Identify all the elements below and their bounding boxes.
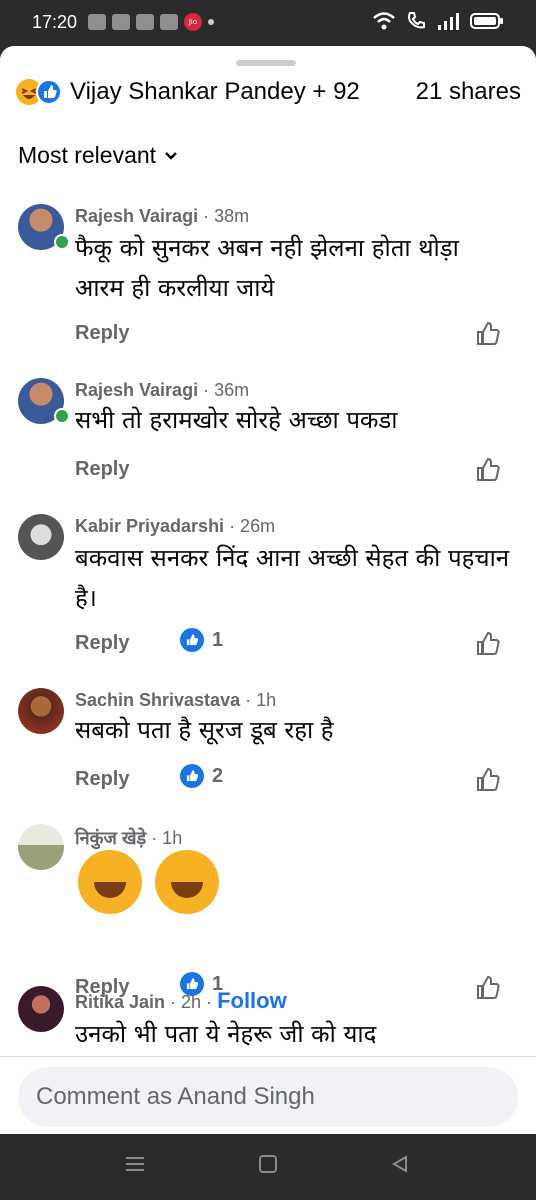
system-navigation-bar [0, 1134, 536, 1200]
reaction-count: 1 [212, 628, 224, 651]
comment-text: सभी तो हरामखोर सोरहे अच्छा पकडा [75, 406, 398, 434]
like-icon[interactable] [474, 974, 502, 1002]
home-icon[interactable] [258, 1154, 278, 1174]
avatar[interactable] [18, 824, 64, 870]
battery-icon [470, 13, 503, 29]
comment-reactions[interactable]: 2 [180, 764, 223, 788]
like-icon[interactable] [474, 320, 502, 348]
sort-label: Most relevant [18, 142, 157, 168]
avatar[interactable] [18, 688, 64, 734]
comment-author[interactable]: निकुंज खेड़े · 1h [75, 826, 182, 850]
signal-icon [438, 13, 459, 30]
system-icons [372, 11, 504, 31]
more-notifications-icon [208, 19, 214, 25]
comment-text: फैकू को सुनकर अबन नही झेलना होता थोड़ा आ… [75, 234, 459, 302]
status-time: 17:20 [32, 12, 78, 32]
reactors-label[interactable]: Vijay Shankar Pandey + 92 [70, 78, 360, 106]
reactions-summary[interactable]: Vijay Shankar Pandey + 92 21 shares [16, 76, 521, 108]
menu-icon[interactable] [124, 1154, 146, 1174]
comment-author[interactable]: Rajesh Vairagi · 36m [75, 380, 249, 401]
like-icon[interactable] [474, 766, 502, 794]
comment-author[interactable]: Ritika Jain · 2h · Follow [75, 988, 287, 1014]
wifi-icon [373, 12, 395, 30]
online-status-icon [54, 408, 70, 424]
status-bar: 17:20 Jio [0, 0, 536, 46]
like-reaction-icon [36, 79, 62, 105]
comment-text: उनको भी पता ये नेहरू जी को याद [75, 1020, 377, 1048]
avatar[interactable] [18, 986, 64, 1032]
back-icon[interactable] [390, 1154, 410, 1174]
like-icon[interactable] [474, 456, 502, 484]
comment-author[interactable]: Sachin Shrivastava · 1h [75, 690, 276, 711]
notification-icon [88, 14, 106, 30]
comment-reactions[interactable]: 1 [180, 628, 223, 652]
notification-icon [160, 14, 178, 30]
drag-handle[interactable] [236, 60, 296, 66]
like-reaction-icon [180, 628, 204, 652]
reaction-count: 2 [212, 764, 224, 787]
call-icon [408, 12, 425, 29]
reply-button[interactable]: Reply [75, 632, 129, 655]
chevron-down-icon [165, 151, 177, 160]
sort-dropdown[interactable]: Most relevant [18, 142, 178, 169]
reply-button[interactable]: Reply [75, 458, 129, 481]
jio-icon: Jio [184, 13, 202, 31]
comment-composer [0, 1056, 536, 1134]
online-status-icon [54, 234, 70, 250]
reply-button[interactable]: Reply [75, 322, 129, 345]
comment-input[interactable] [18, 1067, 518, 1127]
comment-text: बकवास सनकर निंद आना अच्छी सेहत की पहचान … [75, 544, 510, 612]
rofl-emoji-icon [78, 850, 142, 914]
notification-icon [112, 14, 130, 30]
follow-button[interactable]: Follow [217, 988, 287, 1013]
comments-sheet: Vijay Shankar Pandey + 92 21 shares Most… [0, 46, 536, 1134]
comment-emoji [78, 850, 227, 914]
notification-icon [136, 14, 154, 30]
avatar[interactable] [18, 514, 64, 560]
comment-author[interactable]: Kabir Priyadarshi · 26m [75, 516, 275, 537]
comment-text: सबको पता है सूरज डूब रहा है [75, 716, 334, 744]
like-reaction-icon [180, 764, 204, 788]
rofl-emoji-icon [155, 850, 220, 914]
notification-icons: Jio [88, 13, 214, 31]
reply-button[interactable]: Reply [75, 768, 129, 791]
shares-count[interactable]: 21 shares [416, 78, 521, 106]
comment-author[interactable]: Rajesh Vairagi · 38m [75, 206, 249, 227]
like-icon[interactable] [474, 630, 502, 658]
